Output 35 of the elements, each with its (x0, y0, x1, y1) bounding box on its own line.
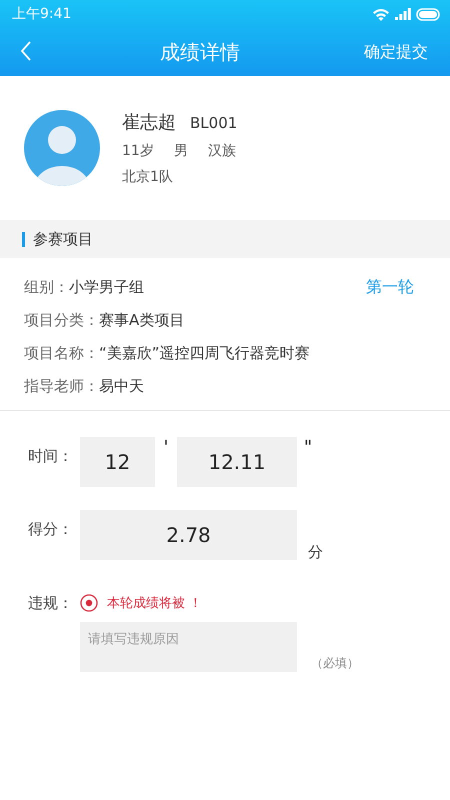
athlete-name: 崔志超 (122, 111, 176, 134)
field-label: 项目名称： (24, 344, 99, 363)
minute-mark: ' (162, 437, 170, 458)
field-label: 组别： (24, 278, 69, 297)
field-value: “美嘉欣”遥控四周飞行器竞时赛 (99, 344, 310, 363)
reason-field[interactable]: 请填写违规原因 (80, 622, 297, 672)
signal-icon (395, 8, 411, 20)
minutes-field[interactable]: 12 (80, 437, 155, 487)
battery-icon (416, 8, 440, 20)
page-title: 成绩详情 (160, 38, 240, 66)
score-label: 得分： (28, 519, 74, 539)
violation-label: 违规： (28, 593, 74, 613)
field-value: 小学男子组 (69, 278, 144, 297)
seconds-field[interactable]: 12.11 (177, 437, 297, 487)
athlete-ethnicity: 汉族 (208, 142, 236, 160)
field-label: 项目分类： (24, 311, 99, 330)
athlete-id: BL001 (190, 114, 238, 132)
field-value: 赛事A类项目 (99, 311, 184, 330)
status-time: 上午9:41 (12, 5, 72, 23)
wifi-icon (372, 8, 390, 20)
score-unit: 分 (308, 543, 323, 562)
section-marker (22, 232, 25, 246)
violation-message: 本轮成绩将被 ！ (107, 595, 202, 612)
field-value: 易中天 (99, 377, 144, 396)
athlete-age: 11岁 (122, 142, 154, 160)
athlete-gender: 男 (174, 142, 188, 160)
score-field[interactable]: 2.78 (80, 510, 297, 560)
violation-radio[interactable] (80, 594, 98, 612)
time-label: 时间： (28, 446, 74, 466)
section-title: 参赛项目 (33, 230, 93, 248)
required-note: （必填） (311, 655, 359, 672)
athlete-team: 北京1队 (122, 168, 174, 186)
field-label: 指导老师： (24, 377, 99, 396)
back-icon (20, 41, 32, 61)
second-mark: " (302, 437, 314, 458)
